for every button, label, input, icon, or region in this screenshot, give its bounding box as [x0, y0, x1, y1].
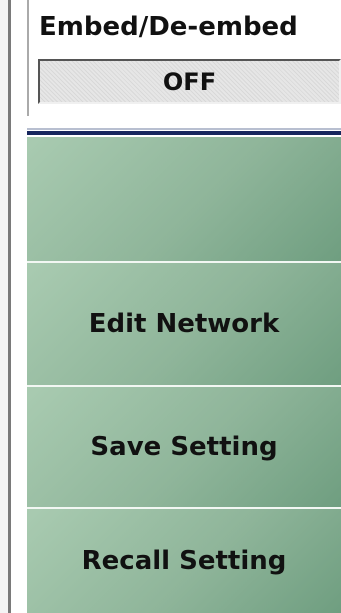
softkey-menu-root: Embed/De-embed OFF Edit Network Save Set…	[0, 0, 341, 613]
save-setting-button[interactable]: Save Setting	[27, 385, 341, 507]
blank-softkey[interactable]	[27, 137, 341, 261]
separator-dark	[27, 131, 341, 135]
embed-deembed-control[interactable]: Embed/De-embed OFF	[27, 0, 341, 116]
recall-setting-button[interactable]: Recall Setting	[27, 507, 341, 613]
separator-light	[27, 128, 341, 130]
edit-network-button[interactable]: Edit Network	[27, 261, 341, 385]
softkey-panel: Embed/De-embed OFF Edit Network Save Set…	[27, 0, 341, 613]
left-edge-divider	[8, 0, 11, 613]
embed-deembed-title: Embed/De-embed	[39, 12, 298, 42]
embed-deembed-state-button[interactable]: OFF	[38, 59, 341, 104]
